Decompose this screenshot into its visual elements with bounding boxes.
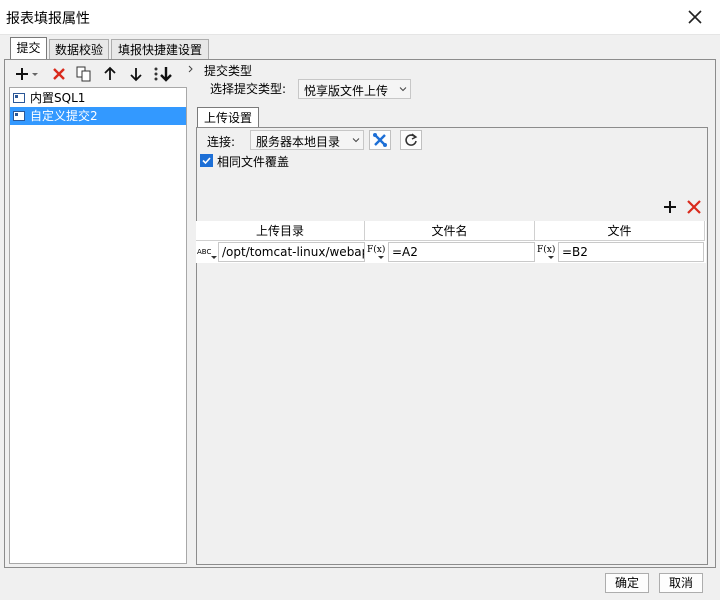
cancel-button[interactable]: 取消 xyxy=(659,573,703,593)
chevron-down-icon xyxy=(399,87,407,92)
text-type-icon[interactable]: ABC xyxy=(196,242,218,262)
submit-type-value: 悦享版文件上传 xyxy=(304,84,389,98)
connection-select[interactable]: 服务器本地目录 xyxy=(250,130,364,150)
chevron-down-icon xyxy=(548,256,554,259)
formula-type-icon[interactable]: F(x) xyxy=(536,242,558,262)
delete-row-button[interactable] xyxy=(686,199,702,215)
connection-value: 服务器本地目录 xyxy=(256,135,341,149)
cancel-label: 取消 xyxy=(668,576,693,590)
move-up-button[interactable] xyxy=(100,65,120,83)
list-item-label: 自定义提交2 xyxy=(30,109,98,123)
tab-shortcut-settings[interactable]: 填报快捷建设置 xyxy=(111,39,209,59)
chevron-down-icon xyxy=(378,256,384,259)
plus-icon xyxy=(664,201,676,213)
submit-list[interactable]: 内置SQL1 自定义提交2 xyxy=(9,87,187,564)
filename-cell[interactable]: =A2 xyxy=(388,242,535,262)
tab-data-validation[interactable]: 数据校验 xyxy=(49,39,109,59)
upload-table: 上传目录 文件名 文件 ABC /opt/tomcat-linux/webapp… xyxy=(196,221,706,263)
upload-settings-panel xyxy=(196,127,708,565)
check-icon xyxy=(202,157,211,165)
list-item-label: 内置SQL1 xyxy=(30,91,86,105)
window-title: 报表填报属性 xyxy=(6,11,90,27)
close-icon xyxy=(688,10,702,24)
copy-button[interactable] xyxy=(74,65,94,83)
chevron-down-icon xyxy=(211,256,217,259)
tools-icon xyxy=(373,133,387,147)
connection-settings-button[interactable] xyxy=(369,130,391,150)
move-bottom-icon xyxy=(154,67,172,82)
list-item[interactable]: 内置SQL1 xyxy=(10,89,186,107)
cell-type-text: F(x) xyxy=(537,245,556,255)
tab-label: 上传设置 xyxy=(203,111,252,125)
add-row-button[interactable] xyxy=(662,199,678,215)
tab-label: 提交 xyxy=(16,41,41,55)
delete-icon xyxy=(687,200,701,214)
overwrite-label: 相同文件覆盖 xyxy=(217,155,290,169)
close-button[interactable] xyxy=(684,6,706,28)
connection-label: 连接: xyxy=(207,135,236,149)
chevron-down-icon xyxy=(352,138,360,143)
splitter[interactable] xyxy=(188,63,194,565)
submit-type-label: 选择提交类型: xyxy=(210,82,287,96)
list-item[interactable]: 自定义提交2 xyxy=(10,107,186,125)
cell-type-text: ABC xyxy=(197,248,212,256)
upload-dir-cell[interactable]: /opt/tomcat-linux/webapps xyxy=(218,242,365,262)
group-title: 提交类型 xyxy=(202,62,255,79)
move-down-button[interactable] xyxy=(126,65,146,83)
column-header: 文件 xyxy=(535,221,705,241)
tab-label: 填报快捷建设置 xyxy=(117,43,202,57)
column-header: 上传目录 xyxy=(196,221,365,241)
submit-type-select[interactable]: 悦享版文件上传 xyxy=(298,79,411,99)
tab-upload-settings[interactable]: 上传设置 xyxy=(197,107,259,128)
custom-item-icon xyxy=(13,111,25,121)
arrow-up-icon xyxy=(104,66,116,80)
refresh-icon xyxy=(405,133,418,146)
title-bar: 报表填报属性 xyxy=(0,0,720,35)
collapse-arrow-icon xyxy=(188,65,193,73)
column-header: 文件名 xyxy=(365,221,535,241)
move-bottom-button[interactable] xyxy=(152,65,174,83)
tab-label: 数据校验 xyxy=(54,43,103,57)
delete-icon xyxy=(53,68,65,80)
sql-item-icon xyxy=(13,93,25,103)
add-button[interactable] xyxy=(14,65,40,83)
tab-submit[interactable]: 提交 xyxy=(10,37,47,60)
overwrite-checkbox[interactable] xyxy=(200,154,213,167)
formula-type-icon[interactable]: F(x) xyxy=(366,242,388,262)
arrow-down-icon xyxy=(130,68,142,82)
refresh-button[interactable] xyxy=(400,130,422,150)
file-cell[interactable]: =B2 xyxy=(558,242,704,262)
ok-label: 确定 xyxy=(614,576,639,590)
delete-button[interactable] xyxy=(49,65,69,83)
copy-icon xyxy=(76,66,91,82)
ok-button[interactable]: 确定 xyxy=(605,573,649,593)
cell-type-text: F(x) xyxy=(367,245,386,255)
plus-icon xyxy=(16,68,38,80)
